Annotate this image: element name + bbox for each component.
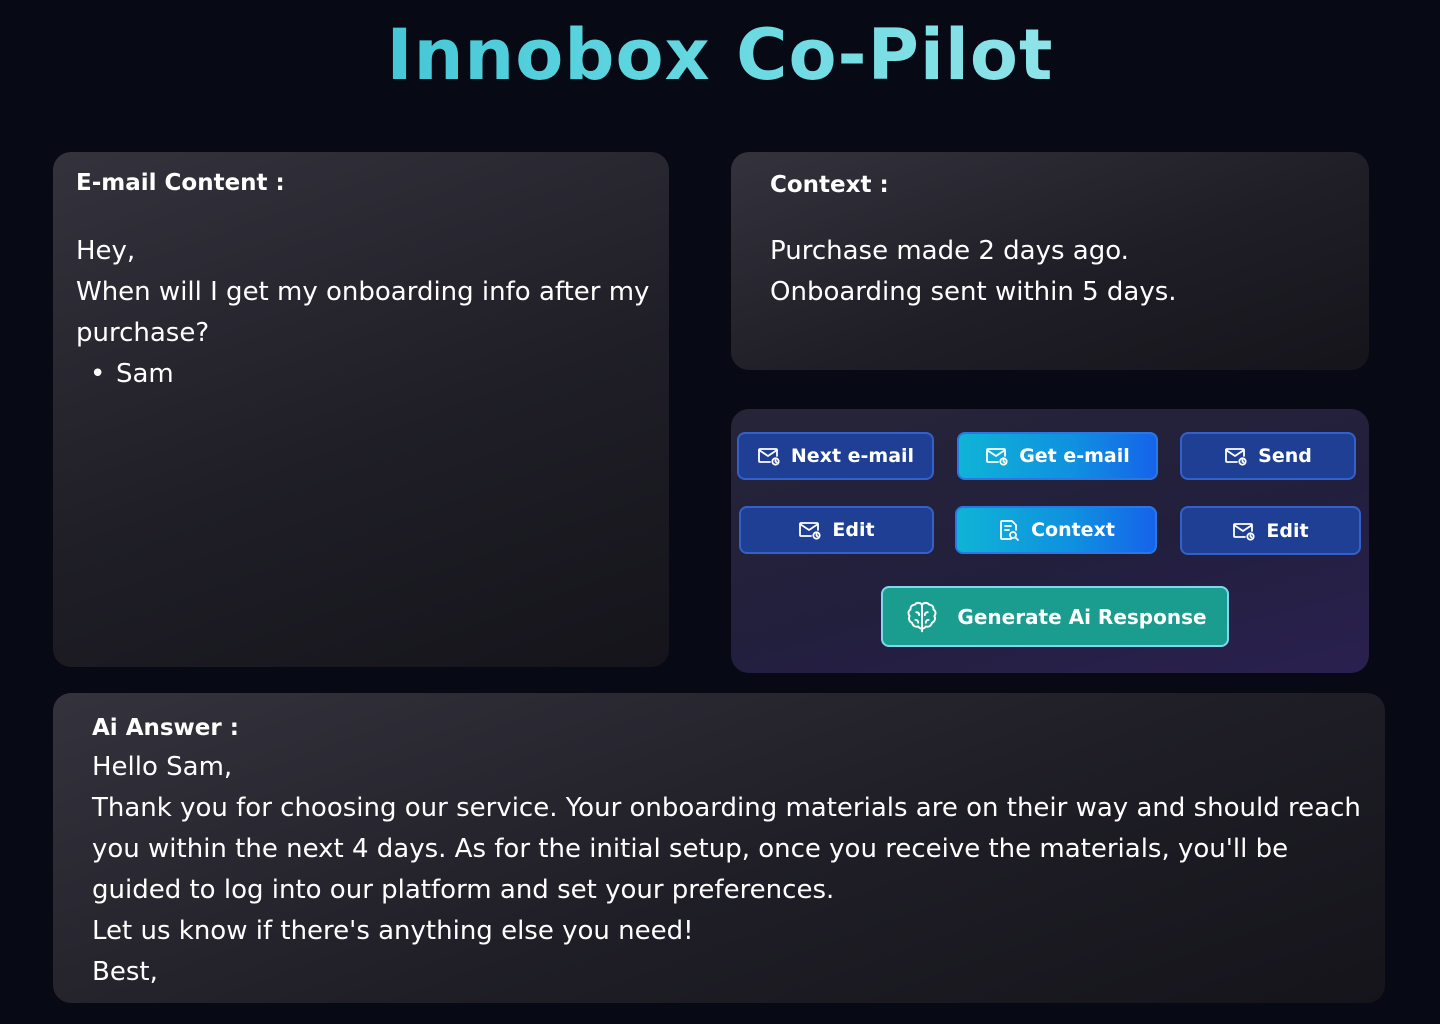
mail-sync-icon [1224,444,1248,468]
ai-answer-panel: Ai Answer : Hello Sam, Thank you for cho… [53,693,1385,1003]
email-body: When will I get my onboarding info after… [76,277,650,348]
context-line: Onboarding sent within 5 days. [770,277,1177,307]
context-label: Context : [770,172,889,198]
get-email-label: Get e-mail [1019,445,1130,467]
next-email-button[interactable]: Next e-mail [737,432,934,480]
edit-answer-label: Edit [1266,519,1309,542]
send-button[interactable]: Send [1180,432,1356,480]
next-email-label: Next e-mail [790,445,915,467]
actions-panel: Next e-mail Get e-mail Send Edit Context… [731,409,1369,673]
generate-ai-response-button[interactable]: Generate Ai Response [881,586,1229,647]
context-button[interactable]: Context [955,506,1157,554]
mail-sync-icon [798,518,822,542]
email-greeting: Hey, [76,236,136,266]
document-search-icon [997,518,1021,542]
ai-answer-line: Hello Sam, [92,752,233,782]
edit-email-label: Edit [832,519,875,541]
edit-answer-button[interactable]: Edit [1180,506,1361,555]
ai-answer-label: Ai Answer : [92,715,239,741]
context-text: Purchase made 2 days ago. Onboarding sen… [770,231,1360,313]
ai-brain-icon [903,598,941,636]
context-button-label: Context [1031,519,1115,541]
get-email-button[interactable]: Get e-mail [957,432,1158,480]
mail-sync-icon [757,444,781,468]
email-content-text: Hey, When will I get my onboarding info … [76,231,666,395]
context-line: Purchase made 2 days ago. [770,236,1129,266]
ai-answer-line: Thank you for choosing our service. Your… [92,793,1361,905]
app-title: Innobox Co-Pilot [0,14,1440,96]
email-content-panel: E-mail Content : Hey, When will I get my… [53,152,669,667]
context-panel: Context : Purchase made 2 days ago. Onbo… [731,152,1369,370]
mail-sync-icon [1232,519,1256,543]
ai-answer-line: Best, [92,957,158,987]
email-signature: Sam [76,354,666,395]
edit-email-button[interactable]: Edit [739,506,934,554]
ai-answer-text: Hello Sam, Thank you for choosing our se… [92,747,1362,993]
mail-sync-icon [985,444,1009,468]
ai-answer-line: Let us know if there's anything else you… [92,916,694,946]
send-label: Send [1258,445,1312,467]
email-content-label: E-mail Content : [76,170,285,196]
generate-ai-response-label: Generate Ai Response [957,604,1207,629]
